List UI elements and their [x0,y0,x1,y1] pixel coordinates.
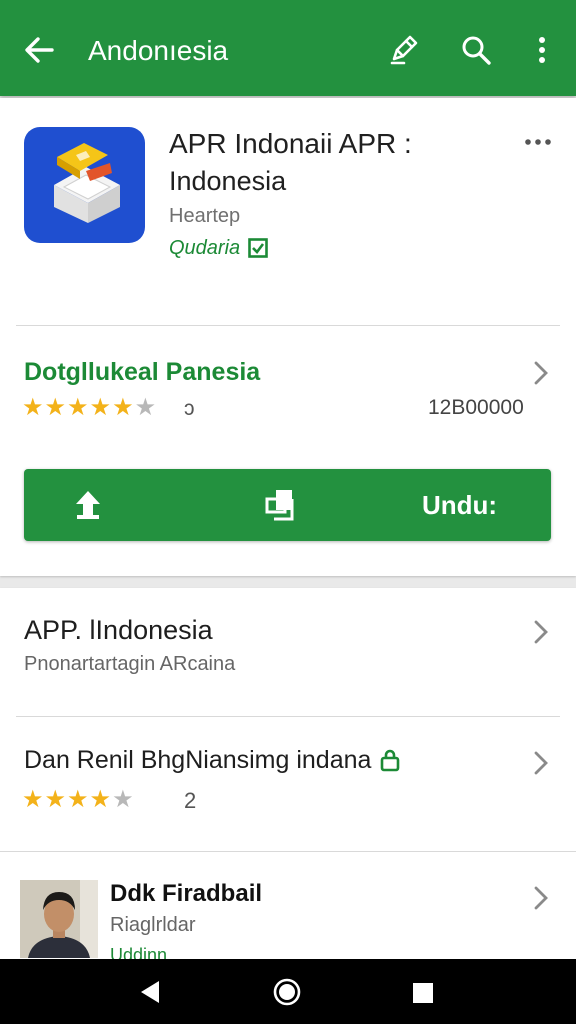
rating-suffix: ɔ [184,397,195,420]
app-bar: Andonıesia [0,0,576,96]
divider [0,851,576,852]
home-circle-icon[interactable] [272,977,302,1007]
list-item-title: APP. lIndonesia [24,615,213,645]
rating-count: 2 [184,788,197,813]
divider [16,325,560,326]
list-item-title: Ddk Firadbail [110,880,263,907]
app-category[interactable]: Qudaria [169,236,268,260]
install-button[interactable]: Undu: [24,469,551,541]
rating-stars: ★ ★ ★ ★ ★ [22,788,134,812]
star-icon: ★ [44,786,67,813]
edit-icon[interactable] [388,33,420,67]
avatar [20,880,98,958]
system-nav-bar [0,959,576,1024]
rating-section-title[interactable]: Dotgllukeal Panesia [24,357,260,387]
recents-square-icon[interactable] [411,981,435,1005]
star-icon: ★ [89,786,112,813]
list-item-title: Dan Renil BhgNiansimg indana [24,746,372,774]
divider [16,716,560,717]
page-title: Andonıesia [88,35,229,66]
rating-stars: ★ ★ ★ ★ ★ ★ [22,396,156,420]
more-vert-icon[interactable] [527,33,557,67]
chevron-right-icon[interactable] [532,359,550,387]
back-arrow-icon[interactable] [22,33,56,67]
app-title-line2: Indonesia [169,166,287,196]
app-box-icon [54,143,120,223]
app-icon [24,127,145,243]
star-icon: ★ [112,786,134,813]
verified-icon [248,238,268,258]
list-item-title-row: Dan Renil BhgNiansimg indana [24,745,401,775]
star-icon: ★ [89,394,112,421]
chevron-right-icon[interactable] [532,749,550,777]
lock-icon [381,749,400,772]
chevron-right-icon[interactable] [532,884,550,912]
more-horiz-icon[interactable] [524,137,552,147]
install-button-label: Undu: [422,490,498,520]
star-icon: ★ [22,394,44,421]
copy-icon [265,490,294,521]
search-icon[interactable] [460,33,492,67]
list-item-subtitle: Riaglrldar [110,914,196,936]
star-icon: ★ [67,786,89,813]
star-icon: ★ [112,394,134,421]
person-avatar-icon [20,880,98,958]
star-icon: ★ [134,394,157,421]
download-count: 12B00000 [428,396,524,419]
app-category-label: Qudaria [169,237,241,259]
app-title: APR Indonaii APR : [169,128,412,159]
upload-icon [76,491,100,519]
star-icon: ★ [22,786,44,813]
chevron-right-icon[interactable] [532,618,550,646]
list-item-subtitle: Pnonartartagin ARcaina [24,653,236,675]
app-developer[interactable]: Heartep [169,204,240,228]
star-icon: ★ [44,394,67,421]
back-triangle-icon[interactable] [137,979,163,1005]
star-icon: ★ [67,394,89,421]
